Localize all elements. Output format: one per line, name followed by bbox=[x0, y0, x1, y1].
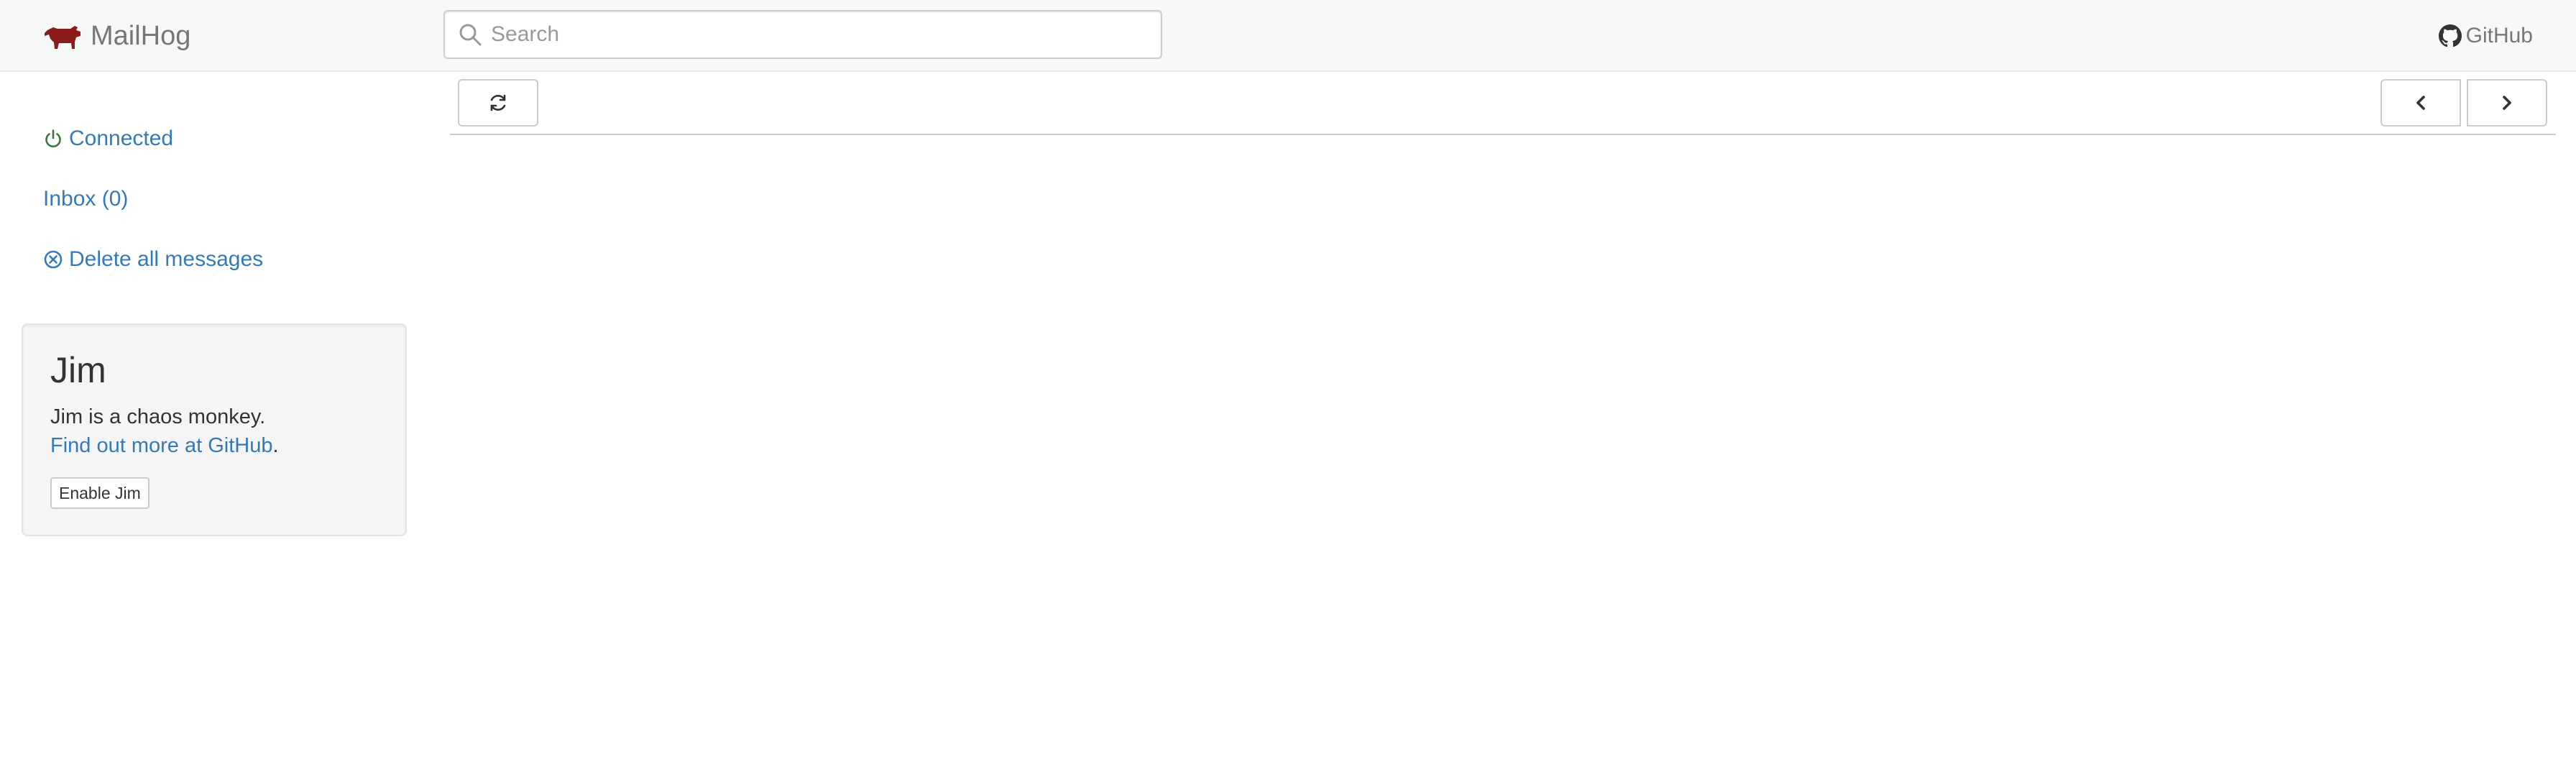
jim-github-link[interactable]: Find out more at GitHub bbox=[50, 434, 272, 457]
pig-logo-icon bbox=[45, 26, 80, 49]
github-label: GitHub bbox=[2465, 24, 2533, 47]
brand-link[interactable]: MailHog bbox=[43, 16, 190, 56]
jim-more-suffix: . bbox=[272, 434, 279, 457]
next-page-button[interactable] bbox=[2467, 79, 2547, 126]
enable-jim-button[interactable]: Enable Jim bbox=[50, 477, 150, 509]
inbox-label: Inbox (0) bbox=[43, 187, 129, 211]
chevron-left-icon bbox=[2416, 96, 2425, 110]
delete-all-label: Delete all messages bbox=[69, 247, 264, 271]
remove-circle-icon bbox=[44, 250, 63, 269]
chevron-right-icon bbox=[2503, 96, 2511, 110]
jim-description: Jim is a chaos monkey. bbox=[50, 405, 266, 428]
search-icon bbox=[459, 24, 482, 46]
delete-all-messages-link[interactable]: Delete all messages bbox=[43, 247, 263, 272]
toolbar-divider bbox=[450, 134, 2556, 135]
previous-page-button[interactable] bbox=[2380, 79, 2461, 126]
power-icon bbox=[45, 129, 61, 147]
inbox-link[interactable]: Inbox (0) bbox=[43, 187, 128, 211]
jim-title: Jim bbox=[50, 350, 106, 390]
jim-more-info: Find out more at GitHub. bbox=[50, 434, 279, 458]
refresh-icon bbox=[490, 94, 506, 111]
brand-name: MailHog bbox=[91, 20, 191, 51]
search-box[interactable] bbox=[443, 10, 1162, 59]
search-input[interactable] bbox=[491, 13, 1161, 56]
top-navbar: MailHog GitHub bbox=[0, 0, 2576, 72]
connection-status-link[interactable]: Connected bbox=[43, 126, 173, 151]
refresh-button[interactable] bbox=[458, 79, 538, 126]
github-icon bbox=[2438, 24, 2462, 47]
connected-label: Connected bbox=[69, 126, 174, 150]
github-link[interactable]: GitHub bbox=[2438, 20, 2533, 52]
jim-panel: Jim Jim is a chaos monkey. Find out more… bbox=[22, 323, 407, 536]
